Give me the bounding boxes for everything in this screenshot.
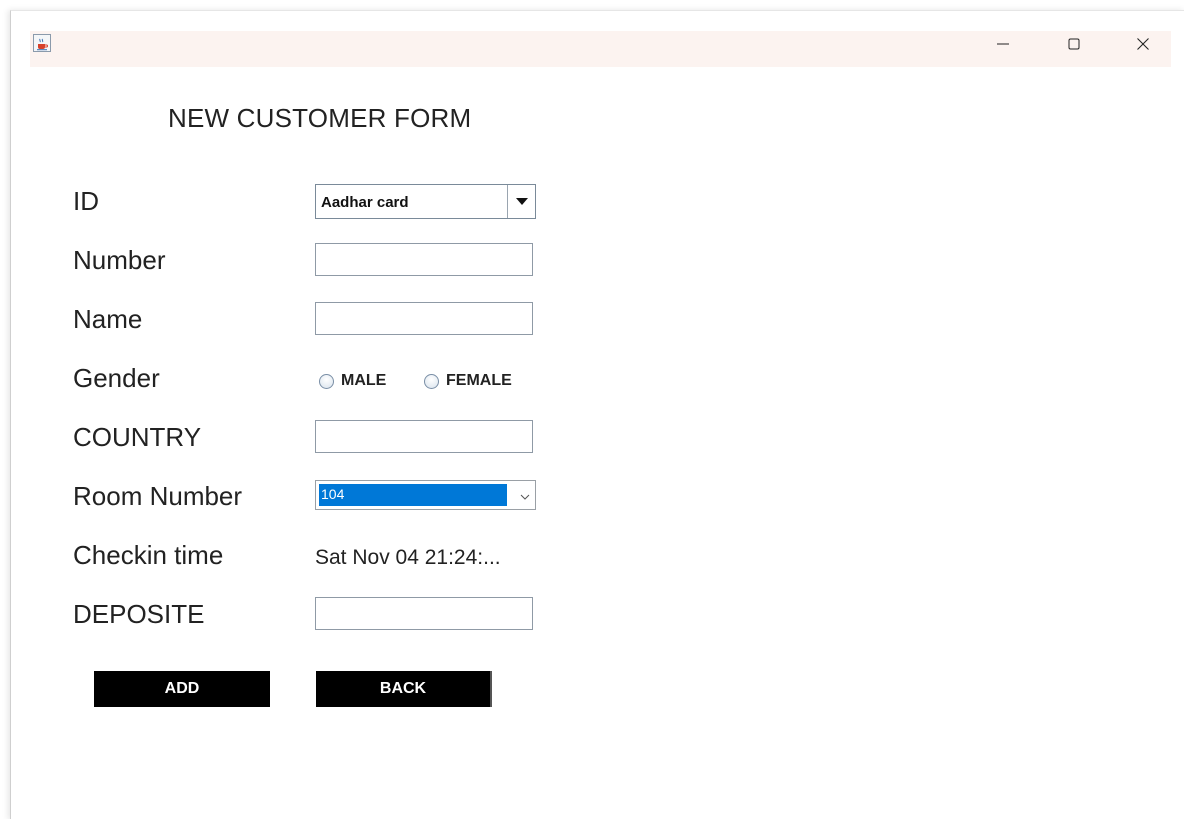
gender-male-label: MALE [341, 372, 387, 389]
country-input[interactable] [315, 420, 533, 453]
id-type-selected-value: Aadhar card [321, 194, 409, 211]
maximize-button[interactable] [1051, 31, 1097, 61]
number-input[interactable] [315, 243, 533, 276]
room-number-select[interactable]: 104 [315, 480, 536, 510]
minimize-button[interactable] [980, 31, 1026, 61]
gender-female-radio[interactable]: FEMALE [424, 370, 512, 392]
name-input[interactable] [315, 302, 533, 335]
number-label: Number [73, 245, 166, 275]
form-title: NEW CUSTOMER FORM [168, 103, 472, 133]
name-label: Name [73, 304, 143, 334]
id-type-select[interactable]: Aadhar card [315, 184, 536, 219]
checkin-time-value: Sat Nov 04 21:24:... [315, 546, 501, 569]
country-label: COUNTRY [73, 422, 202, 452]
chevron-down-icon[interactable] [520, 488, 530, 506]
gender-female-label: FEMALE [446, 372, 512, 389]
java-cup-icon [33, 34, 51, 52]
room-number-selected-value: 104 [319, 484, 507, 506]
close-icon [1136, 37, 1150, 56]
deposite-input[interactable] [315, 597, 533, 630]
radio-unchecked-icon [319, 373, 334, 389]
deposite-label: DEPOSITE [73, 599, 205, 629]
id-label: ID [73, 186, 99, 216]
triangle-down-icon [515, 193, 528, 211]
room-number-label: Room Number [73, 481, 243, 511]
maximize-icon [1067, 37, 1081, 56]
minimize-icon [996, 37, 1010, 56]
title-bar[interactable] [30, 31, 1171, 67]
close-button[interactable] [1120, 31, 1166, 61]
gender-label: Gender [73, 363, 160, 393]
gender-male-radio[interactable]: MALE [319, 370, 386, 392]
screen: NEW CUSTOMER FORM ID Aadhar card Number … [0, 0, 1184, 819]
radio-unchecked-icon [424, 373, 439, 389]
back-button[interactable]: BACK [316, 671, 492, 707]
checkin-time-label: Checkin time [73, 540, 224, 570]
id-type-dropdown-button[interactable] [507, 185, 535, 218]
add-button[interactable]: ADD [94, 671, 270, 707]
